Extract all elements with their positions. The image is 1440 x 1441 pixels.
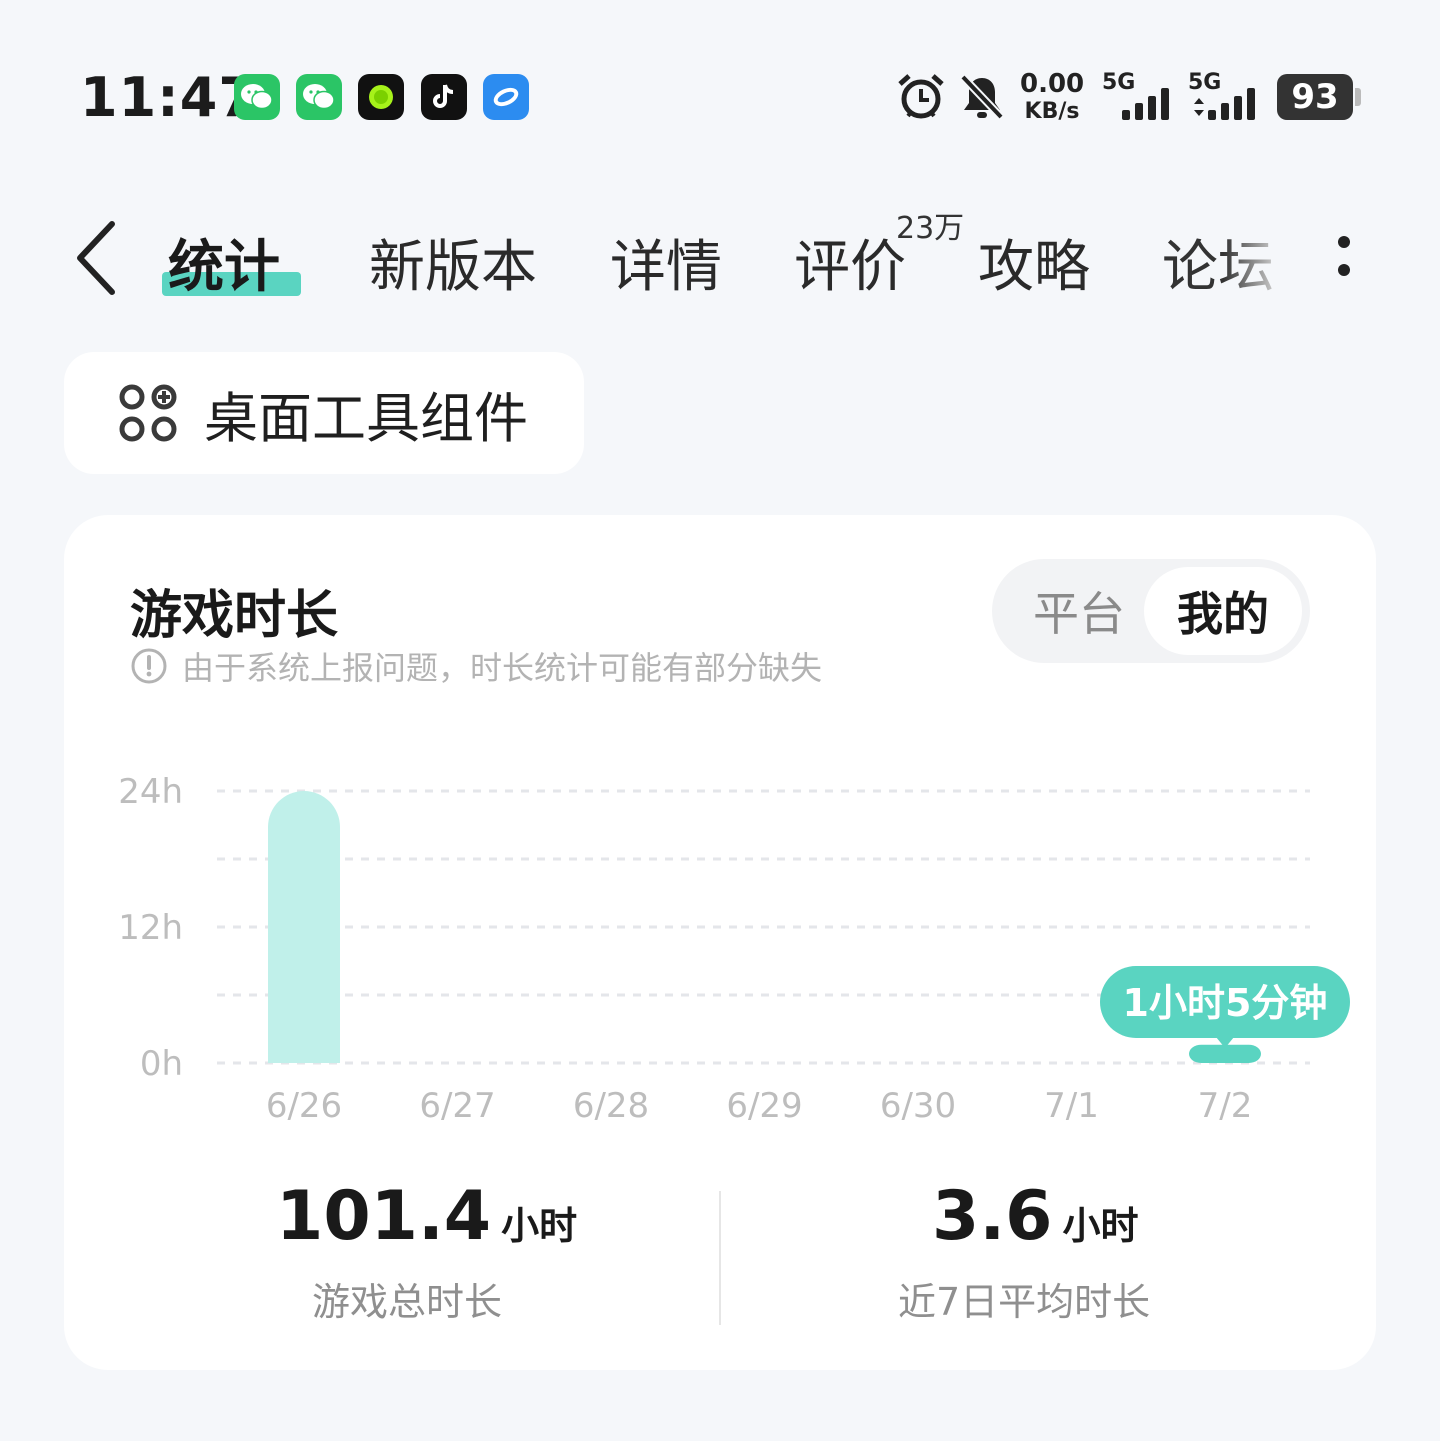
x-tick-label: 6/30 [880, 1086, 956, 1126]
green-dot-app-icon [358, 74, 404, 120]
alarm-icon [896, 72, 946, 126]
wechat-icon [234, 74, 280, 120]
x-tick-label: 7/2 [1198, 1086, 1253, 1126]
x-tick-label: 6/29 [726, 1086, 802, 1126]
tab-guides[interactable]: 攻略 [978, 222, 1090, 303]
total-playtime-value: 101.4 小时 [276, 1177, 577, 1256]
y-tick-label: 12h [118, 908, 183, 948]
x-tick-label: 6/26 [266, 1086, 342, 1126]
y-tick-label: 24h [118, 772, 183, 812]
status-bar: 11:47 0.00 KB/s 5G 5G 93 [0, 0, 1440, 190]
x-tick-label: 7/1 [1044, 1086, 1099, 1126]
widget-grid-icon [119, 384, 177, 442]
total-playtime-label: 游戏总时长 [312, 1280, 503, 1324]
avg-value-unit: 小时 [1062, 1204, 1139, 1248]
tooltip-text: 1小时5分钟 [1123, 981, 1328, 1025]
signal-sim2: 5G [1188, 70, 1268, 124]
avg-value-number: 3.6 [932, 1177, 1053, 1256]
more-dots-icon [1338, 236, 1350, 248]
tiktok-icon [421, 74, 467, 120]
tab-new-version[interactable]: 新版本 [369, 222, 537, 303]
playtime-card: 游戏时长 由于系统上报问题，时长统计可能有部分缺失 平台 我的 0h 12h 24h… [64, 515, 1376, 1370]
back-button[interactable] [72, 220, 122, 296]
widget-button-label: 桌面工具组件 [204, 386, 528, 450]
reviews-count-badge: 23万 [896, 211, 965, 246]
x-tick-label: 6/27 [419, 1086, 495, 1126]
more-options-button[interactable] [1326, 232, 1362, 284]
bar [268, 791, 340, 1063]
stats-divider [719, 1191, 721, 1325]
tab-forum[interactable]: 论坛 [1162, 222, 1274, 303]
tab-details[interactable]: 详情 [610, 222, 722, 303]
battery-indicator: 93 [1277, 74, 1361, 120]
chevron-left-icon [77, 221, 115, 295]
bar-base [268, 1027, 340, 1063]
net-speed-unit: KB/s [1024, 99, 1080, 124]
signal-sim1: 5G [1102, 70, 1182, 124]
total-value-unit: 小时 [501, 1204, 578, 1248]
more-dots-icon [1338, 264, 1350, 276]
desktop-widget-button[interactable]: 桌面工具组件 [64, 352, 584, 474]
total-value-number: 101.4 [276, 1177, 492, 1256]
avg-playtime-label: 近7日平均时长 [898, 1280, 1151, 1324]
mute-bell-icon [958, 72, 1006, 126]
y-tick-label: 0h [140, 1044, 183, 1084]
x-tick-label: 6/28 [573, 1086, 649, 1126]
tab-reviews[interactable]: 评价 [794, 222, 906, 303]
tab-stats[interactable]: 统计 [168, 222, 280, 303]
network-speed: 0.00 KB/s [1020, 70, 1084, 126]
status-time: 11:47 [80, 66, 257, 129]
net-speed-value: 0.00 [1020, 69, 1085, 99]
signal-bars-icon [1122, 88, 1169, 120]
avg-playtime-value: 3.6 小时 [932, 1177, 1138, 1256]
blue-app-icon [483, 74, 529, 120]
wechat-icon [296, 74, 342, 120]
signal-bars-icon [1194, 88, 1255, 120]
